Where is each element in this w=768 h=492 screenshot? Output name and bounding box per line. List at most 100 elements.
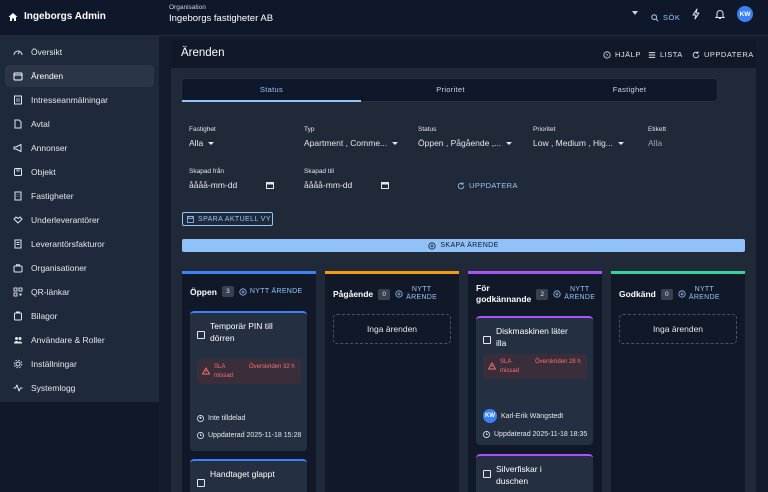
tab-status[interactable]: Status — [182, 79, 361, 102]
new-ticket-label: NYTT ÄRENDE — [564, 286, 595, 302]
ticket-assignee: KW Karl-Erik Wängstedt — [483, 409, 563, 423]
tickets-panel: Ärenden ? HJÄLP LISTA UPPDATERA Status P… — [171, 40, 756, 492]
search-button[interactable]: SÖK — [651, 13, 680, 22]
ticket-updated: Uppdaterad 2025-11-18 15:28 — [197, 432, 301, 439]
sidebar-item-bilagor[interactable]: Bilagor — [5, 305, 154, 327]
brand-name: Ingeborgs Admin — [24, 11, 106, 22]
organisation-label: Organisation — [169, 4, 206, 11]
list-button[interactable]: LISTA — [648, 50, 683, 59]
save-view-label: SPARA AKTUELL VY — [198, 215, 271, 223]
filter-typ[interactable]: Typ Apartment , Comme... — [304, 126, 399, 148]
column-title-line: godkännande — [476, 294, 532, 304]
sidebar-item-label: Organisationer — [31, 263, 87, 273]
save-view-button[interactable]: SPARA AKTUELL VY — [182, 212, 273, 226]
sidebar-item-label: Ärenden — [31, 71, 64, 81]
ticket-title: Handtaget glappt — [210, 469, 275, 479]
sidebar-item-oversikt[interactable]: Översikt — [5, 41, 154, 63]
sidebar-item-leverantorsfakturor[interactable]: Leverantörsfakturor — [5, 233, 154, 255]
column-count: 0 — [660, 288, 673, 300]
sidebar-item-objekt[interactable]: Objekt — [5, 161, 154, 183]
filter-fastighet[interactable]: Fastighet Alla — [189, 126, 216, 148]
ticket-checkbox[interactable] — [483, 336, 491, 344]
filter-value-text: Öppen , Pågående ,... — [418, 138, 502, 148]
sidebar-item-annonser[interactable]: Annonser — [5, 137, 154, 159]
chevron-down-icon[interactable] — [632, 11, 638, 15]
filter-skapad-till[interactable]: Skapad till åååå-mm-dd — [304, 168, 389, 190]
sidebar-item-label: Intresseanmälningar — [31, 95, 109, 105]
person-icon — [197, 415, 204, 422]
add-circle-icon — [395, 290, 403, 298]
refresh-icon — [457, 181, 465, 189]
sidebar-item-underleverantorer[interactable]: Underleverantörer — [5, 209, 154, 231]
ticket-checkbox[interactable] — [197, 479, 205, 487]
ticket-card[interactable]: Temporär PIN till dörren SLA missad Över… — [190, 311, 307, 451]
sidebar-item-qr-lankar[interactable]: QR-länkar — [5, 281, 154, 303]
invoice-icon — [14, 239, 22, 249]
dashboard-icon — [13, 50, 23, 56]
ticket-card[interactable]: Diskmaskinen läter illa SLA missad Övers… — [476, 316, 593, 445]
sidebar-item-label: Fastigheter — [31, 191, 74, 201]
sidebar-item-label: Systemlogg — [31, 383, 76, 393]
new-ticket-button[interactable]: NYTT ÄRENDE — [239, 287, 303, 296]
filter-skapad-fran[interactable]: Skapad från åååå-mm-dd — [189, 168, 274, 190]
new-ticket-label: NYTT ÄRENDE — [249, 288, 303, 295]
tab-fastighet[interactable]: Fastighet — [540, 79, 719, 102]
column-header: Pågående 0 NYTT ÄRENDE — [333, 286, 437, 302]
sidebar-item-fastigheter[interactable]: Fastigheter — [5, 185, 154, 207]
ticket-card[interactable]: Silverfiskar i duschen — [476, 454, 593, 492]
sidebar-item-intresseanmalningar[interactable]: Intresseanmälningar — [5, 89, 154, 111]
filter-value: Low , Medium , Hig... — [533, 138, 624, 148]
new-ticket-label-line: NYTT — [411, 286, 432, 293]
filter-status[interactable]: Status Öppen , Pågående ,... — [418, 126, 513, 148]
sidebar-item-label: Underleverantörer — [31, 215, 100, 225]
filter-update-button[interactable]: UPPDATERA — [457, 181, 518, 190]
help-button[interactable]: ? HJÄLP — [603, 50, 641, 59]
filter-placeholder: Alla — [648, 138, 663, 148]
new-ticket-button[interactable]: NYTT ÄRENDE — [395, 286, 437, 302]
bolt-icon[interactable] — [690, 8, 702, 20]
sidebar-item-label: Leverantörsfakturor — [31, 239, 105, 249]
page-title: Ärenden — [181, 47, 225, 59]
bell-icon[interactable] — [714, 8, 726, 20]
caret-down-icon — [506, 141, 513, 145]
sidebar-item-avtal[interactable]: Avtal — [5, 113, 154, 135]
new-ticket-button[interactable]: NYTT ÄRENDE — [553, 286, 595, 302]
briefcase-icon — [13, 264, 23, 273]
sidebar-item-label: Översikt — [31, 47, 63, 57]
organisation-select[interactable]: Organisation Ingeborgs fastigheter AB — [169, 4, 273, 24]
column-open: Öppen 3 NYTT ÄRENDE Temporär PIN till dö… — [182, 271, 316, 492]
building-icon — [14, 191, 22, 201]
date-value: åååå-mm-dd — [304, 180, 353, 190]
filter-prioritet[interactable]: Prioritet Low , Medium , Hig... — [533, 126, 624, 148]
assignee-label: Karl-Erik Wängstedt — [501, 412, 564, 420]
empty-column-placeholder: Inga ärenden — [619, 314, 737, 344]
create-ticket-button[interactable]: SKAPA ÄRENDE — [182, 239, 745, 252]
date-input[interactable]: åååå-mm-dd — [304, 180, 389, 190]
column-header: Öppen 3 NYTT ÄRENDE — [190, 286, 303, 297]
page-header: Ärenden ? HJÄLP LISTA UPPDATERA — [171, 40, 756, 68]
update-button[interactable]: UPPDATERA — [692, 50, 754, 59]
add-circle-icon — [239, 287, 247, 296]
tab-prioritet[interactable]: Prioritet — [361, 79, 540, 102]
sidebar-nav: Översikt Ärenden Intresseanmälningar Avt… — [0, 36, 159, 402]
ticket-checkbox[interactable] — [483, 470, 491, 478]
date-input[interactable]: åååå-mm-dd — [189, 180, 274, 190]
sidebar-item-installningar[interactable]: Inställningar — [5, 353, 154, 375]
updated-label: Uppdaterad 2025-11-18 15:28 — [208, 432, 302, 439]
new-ticket-button[interactable]: NYTT ÄRENDE — [678, 286, 720, 302]
ticket-title: Silverfiskar i duschen — [496, 464, 542, 486]
user-avatar[interactable]: KW — [737, 6, 753, 22]
sidebar-item-arenden[interactable]: Ärenden — [5, 65, 154, 87]
ticket-checkbox[interactable] — [197, 331, 205, 339]
column-count: 3 — [221, 286, 234, 297]
filter-etikett[interactable]: Etikett Alla — [648, 126, 666, 148]
calendar-icon[interactable] — [381, 181, 389, 189]
column-header: För godkännande 2 NYTT ÄRENDE — [476, 283, 595, 305]
brand[interactable]: Ingeborgs Admin — [8, 11, 106, 22]
ticket-card[interactable]: Handtaget glappt — [190, 459, 307, 492]
calendar-icon[interactable] — [266, 181, 274, 189]
sidebar-item-organisationer[interactable]: Organisationer — [5, 257, 154, 279]
caret-down-icon — [208, 141, 215, 145]
sidebar-item-anvandare-roller[interactable]: Användare & Roller — [5, 329, 154, 351]
sidebar-item-systemlogg[interactable]: Systemlogg — [5, 377, 154, 399]
